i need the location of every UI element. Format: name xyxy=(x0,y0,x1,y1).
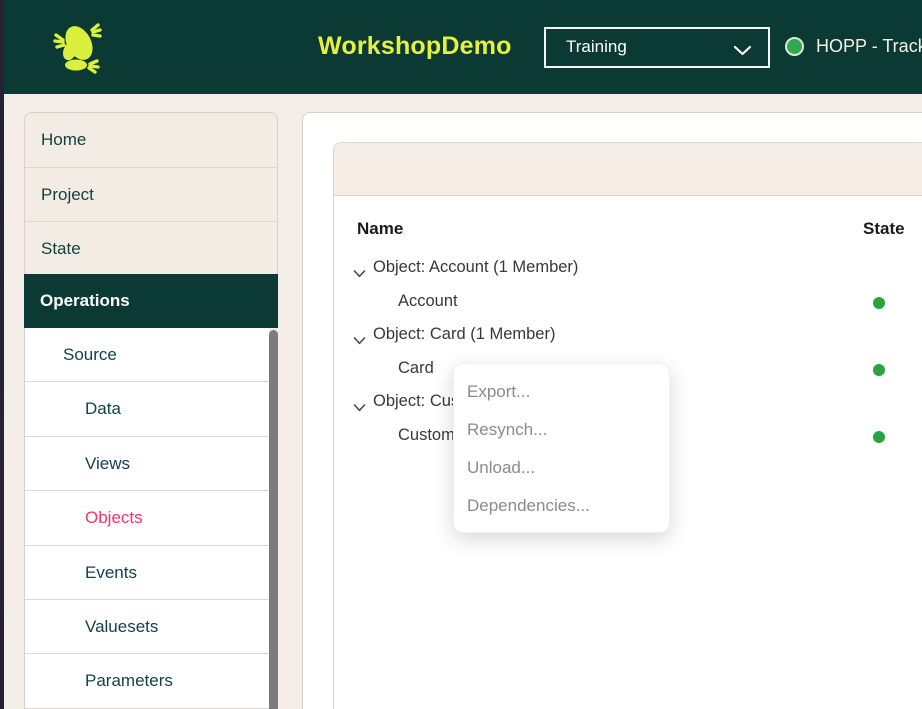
tree-group-label: Object: Card (1 Member) xyxy=(373,325,555,344)
sidebar-item-objects[interactable]: Objects xyxy=(25,491,269,545)
chevron-down-icon[interactable] xyxy=(353,332,366,350)
tree-group-card[interactable]: Object: Card (1 Member) xyxy=(334,319,922,353)
chevron-down-icon[interactable] xyxy=(353,265,366,283)
menu-item-unload[interactable]: Unload... xyxy=(454,449,669,487)
objects-card-toolbar xyxy=(334,143,922,196)
sidebar-item-parameters[interactable]: Parameters xyxy=(25,654,269,708)
menu-item-dependencies[interactable]: Dependencies... xyxy=(454,487,669,525)
desktop-edge-strip xyxy=(0,0,4,709)
sidebar-item-data[interactable]: Data xyxy=(25,382,269,436)
sidebar-item-operations[interactable]: Operations xyxy=(24,274,278,328)
menu-item-resynch[interactable]: Resynch... xyxy=(454,411,669,449)
tree-member-label: Card xyxy=(398,359,434,378)
tree-group-label: Object: Account (1 Member) xyxy=(373,258,578,277)
tree-member-label: Account xyxy=(398,292,458,311)
column-header-state: State xyxy=(863,219,905,239)
menu-item-export[interactable]: Export... xyxy=(454,373,669,411)
tree-member-account[interactable]: Account xyxy=(334,286,922,320)
sidebar-item-events[interactable]: Events xyxy=(25,546,269,600)
sidebar-scrollbar[interactable] xyxy=(269,330,278,709)
chevron-down-icon xyxy=(733,43,752,61)
tree-group-account[interactable]: Object: Account (1 Member) xyxy=(334,252,922,286)
context-menu: Export... Resynch... Unload... Dependenc… xyxy=(453,363,670,533)
state-green-dot-icon xyxy=(873,297,885,309)
column-header-name: Name xyxy=(357,219,403,239)
state-green-dot-icon xyxy=(873,431,885,443)
sidebar-item-valuesets[interactable]: Valuesets xyxy=(25,600,269,654)
app-window: WorkshopDemo Training HOPP - Track 2 Hom… xyxy=(0,0,922,709)
connection-status-icon xyxy=(785,37,804,56)
connection-status-label: HOPP - Track 2 xyxy=(816,36,922,57)
state-green-dot-icon xyxy=(873,364,885,376)
app-header: WorkshopDemo Training HOPP - Track 2 xyxy=(4,0,922,94)
app-title: WorkshopDemo xyxy=(318,32,512,61)
frog-logo-icon[interactable] xyxy=(48,17,106,77)
sidebar-item-state[interactable]: State xyxy=(25,221,277,275)
chevron-down-icon[interactable] xyxy=(353,399,366,417)
environment-select[interactable]: Training xyxy=(544,27,770,68)
sidebar-nav: Home Project State xyxy=(24,112,278,275)
sidebar-submenu: Source Data Views Objects Events Valuese… xyxy=(24,328,269,709)
sidebar-item-views[interactable]: Views xyxy=(25,437,269,491)
environment-select-value: Training xyxy=(566,37,627,57)
sidebar-item-source[interactable]: Source xyxy=(25,328,269,382)
sidebar-item-project[interactable]: Project xyxy=(25,167,277,221)
sidebar-item-home[interactable]: Home xyxy=(25,113,277,167)
